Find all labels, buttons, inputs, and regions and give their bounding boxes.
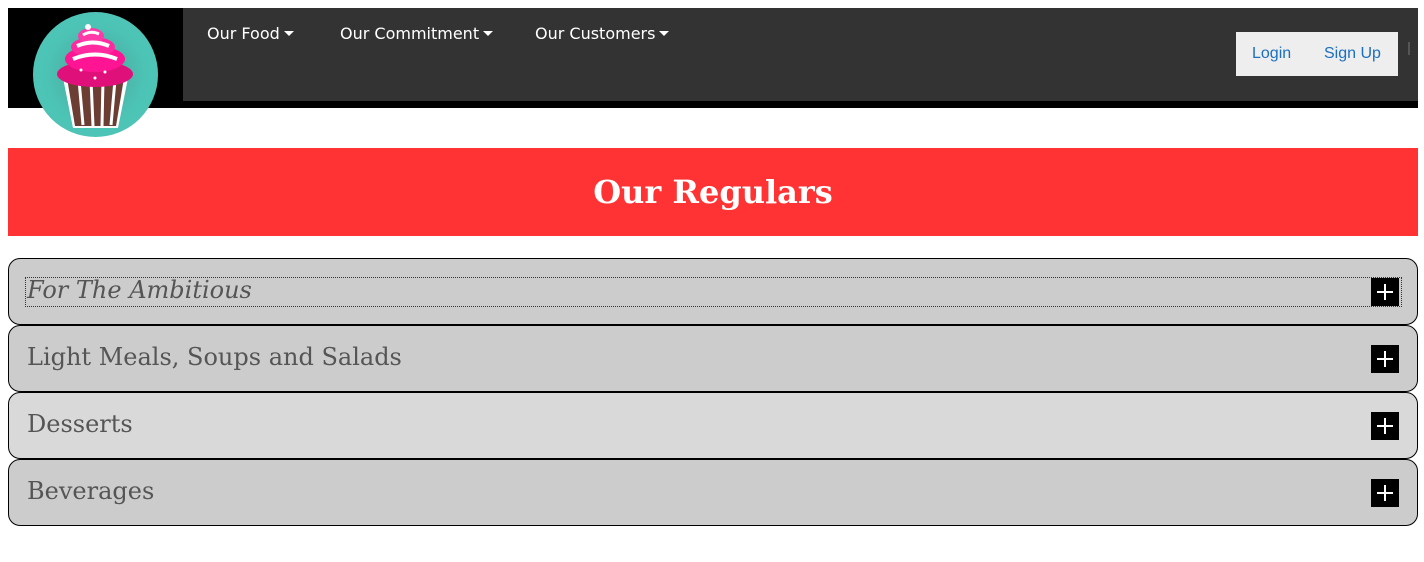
accordion-item-label: Desserts (27, 410, 133, 438)
page-title: Our Regulars (593, 173, 833, 211)
accordion-item-desserts[interactable]: Desserts (8, 392, 1418, 459)
nav-bar: Our Food Our Commitment Our Customers (183, 8, 1418, 101)
title-banner: Our Regulars (8, 148, 1418, 236)
divider-mark (1408, 42, 1410, 55)
nav-our-commitment[interactable]: Our Commitment (340, 24, 494, 43)
accordion-item-label: Light Meals, Soups and Salads (27, 343, 402, 371)
nav-our-commitment-label: Our Commitment (340, 24, 480, 43)
accordion-item-label: For The Ambitious (27, 276, 252, 304)
signup-link[interactable]: Sign Up (1324, 45, 1381, 63)
plus-icon[interactable] (1371, 278, 1399, 306)
plus-icon[interactable] (1371, 412, 1399, 440)
accordion-item-light-meals[interactable]: Light Meals, Soups and Salads (8, 325, 1418, 392)
accordion-item-label: Beverages (27, 477, 155, 505)
accordion-item-beverages[interactable]: Beverages (8, 459, 1418, 526)
cupcake-logo-icon[interactable] (33, 12, 158, 137)
nav-our-customers-label: Our Customers (535, 24, 656, 43)
auth-box: Login Sign Up (1236, 32, 1398, 76)
nav-our-customers[interactable]: Our Customers (535, 24, 670, 43)
nav-our-food-label: Our Food (207, 24, 280, 43)
site-header: Our Food Our Commitment Our Customers Lo… (8, 8, 1418, 108)
login-link[interactable]: Login (1252, 45, 1291, 63)
plus-icon[interactable] (1371, 479, 1399, 507)
caret-down-icon (283, 31, 294, 36)
plus-icon[interactable] (1371, 345, 1399, 373)
caret-down-icon (483, 31, 494, 36)
caret-down-icon (659, 31, 670, 36)
accordion-item-for-the-ambitious[interactable]: For The Ambitious (8, 258, 1418, 325)
menu-accordion: For The Ambitious Light Meals, Soups and… (8, 258, 1418, 526)
nav-our-food[interactable]: Our Food (207, 24, 294, 43)
page: Our Food Our Commitment Our Customers Lo… (0, 0, 1424, 562)
